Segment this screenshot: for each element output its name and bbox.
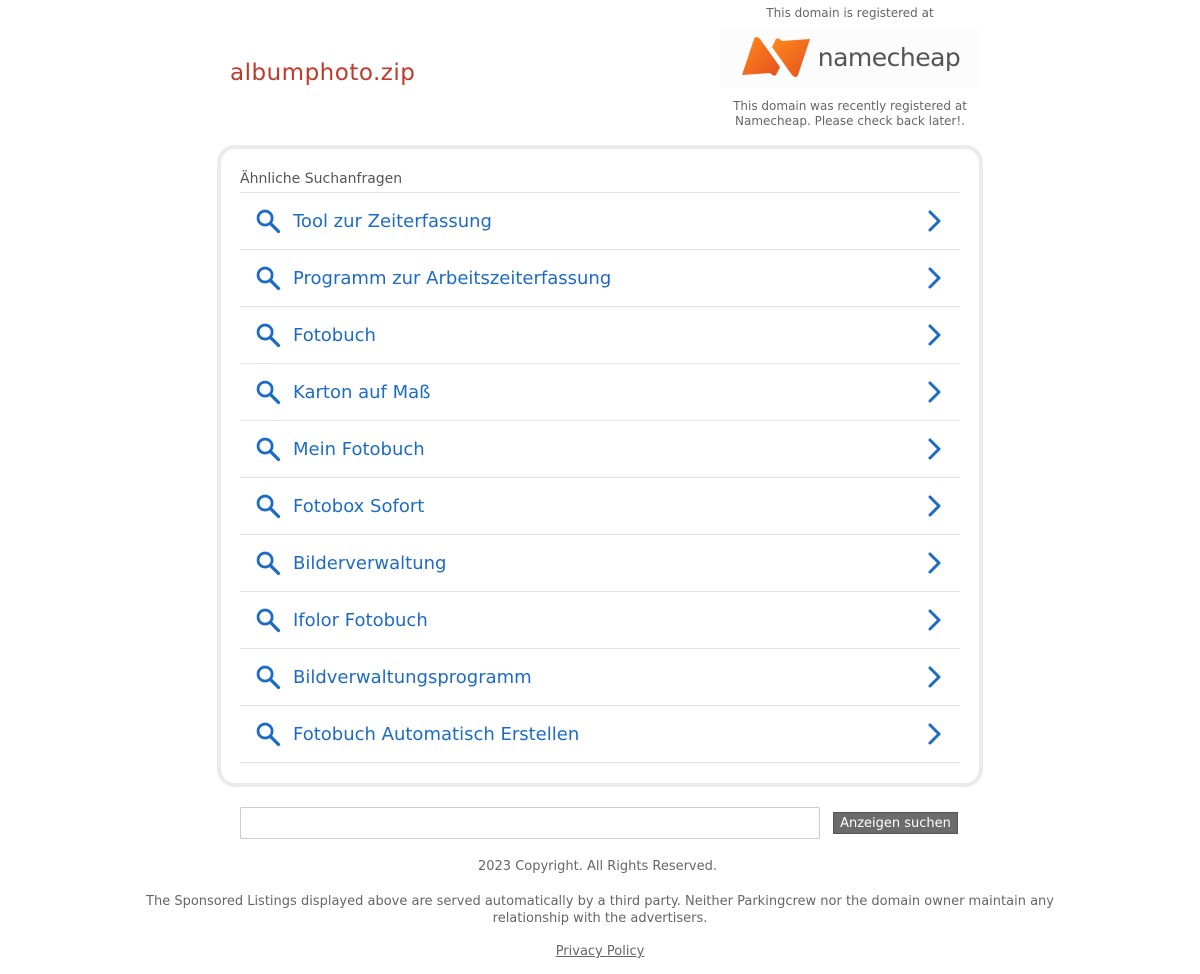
ad-search-button[interactable]: Anzeigen suchen bbox=[833, 812, 958, 834]
related-search-label: Fotobuch bbox=[293, 324, 376, 346]
privacy-policy-link[interactable]: Privacy Policy bbox=[556, 944, 645, 959]
related-search-label: Fotobox Sofort bbox=[293, 495, 425, 517]
related-search-item[interactable]: Bilderverwaltung bbox=[240, 535, 960, 592]
related-search-label: Mein Fotobuch bbox=[293, 438, 425, 460]
related-searches-list: Tool zur Zeiterfassung Programm zur Arbei… bbox=[240, 192, 960, 763]
ad-search-form: Anzeigen suchen bbox=[240, 807, 960, 839]
related-search-item[interactable]: Ifolor Fotobuch bbox=[240, 592, 960, 649]
related-search-label: Karton auf Maß bbox=[293, 381, 431, 403]
search-icon bbox=[254, 378, 282, 406]
domain-title: albumphoto.zip bbox=[230, 60, 416, 86]
related-search-label: Bildverwaltungsprogramm bbox=[293, 666, 532, 688]
related-search-item[interactable]: Fotobox Sofort bbox=[240, 478, 960, 535]
sponsored-disclaimer: The Sponsored Listings displayed above a… bbox=[146, 894, 1054, 926]
chevron-right-icon bbox=[922, 437, 946, 461]
search-icon bbox=[254, 720, 282, 748]
search-icon bbox=[254, 492, 282, 520]
related-search-label: Tool zur Zeiterfassung bbox=[293, 210, 492, 232]
chevron-right-icon bbox=[922, 608, 946, 632]
related-search-label: Programm zur Arbeitszeiterfassung bbox=[293, 267, 612, 289]
search-icon bbox=[254, 207, 282, 235]
related-search-item[interactable]: Tool zur Zeiterfassung bbox=[240, 193, 960, 250]
related-search-label: Ifolor Fotobuch bbox=[293, 609, 428, 631]
registrar-panel: This domain is registered at namecheap T… bbox=[720, 6, 980, 129]
related-search-label: Bilderverwaltung bbox=[293, 552, 447, 574]
ad-search-input[interactable] bbox=[240, 807, 820, 839]
chevron-right-icon bbox=[922, 665, 946, 689]
related-search-item[interactable]: Programm zur Arbeitszeiterfassung bbox=[240, 250, 960, 307]
related-searches-heading: Ähnliche Suchanfragen bbox=[240, 171, 403, 187]
namecheap-mark-icon bbox=[741, 37, 810, 77]
chevron-right-icon bbox=[922, 380, 946, 404]
chevron-right-icon bbox=[922, 722, 946, 746]
chevron-right-icon bbox=[922, 266, 946, 290]
privacy-footer: Privacy Policy bbox=[0, 944, 1200, 959]
chevron-right-icon bbox=[922, 323, 946, 347]
copyright-text: 2023 Copyright. All Rights Reserved. bbox=[477, 859, 718, 874]
chevron-right-icon bbox=[922, 551, 946, 575]
registrar-caption: This domain is registered at bbox=[766, 6, 934, 20]
related-searches-box: Ähnliche Suchanfragen Tool zur Zeiterfas… bbox=[217, 145, 983, 787]
search-icon bbox=[254, 606, 282, 634]
related-search-item[interactable]: Bildverwaltungsprogramm bbox=[240, 649, 960, 706]
search-icon bbox=[254, 264, 282, 292]
search-icon bbox=[254, 435, 282, 463]
related-search-item[interactable]: Fotobuch Automatisch Erstellen bbox=[240, 706, 960, 763]
search-icon bbox=[254, 321, 282, 349]
namecheap-wordmark: namecheap bbox=[817, 42, 961, 72]
registrar-notice: This domain was recently registered at N… bbox=[733, 99, 967, 128]
chevron-right-icon bbox=[922, 494, 946, 518]
related-search-item[interactable]: Mein Fotobuch bbox=[240, 421, 960, 478]
search-icon bbox=[254, 549, 282, 577]
related-search-label: Fotobuch Automatisch Erstellen bbox=[293, 723, 580, 745]
chevron-right-icon bbox=[922, 209, 946, 233]
namecheap-logo[interactable]: namecheap bbox=[720, 27, 980, 87]
search-icon bbox=[254, 663, 282, 691]
related-search-item[interactable]: Karton auf Maß bbox=[240, 364, 960, 421]
related-search-item[interactable]: Fotobuch bbox=[240, 307, 960, 364]
